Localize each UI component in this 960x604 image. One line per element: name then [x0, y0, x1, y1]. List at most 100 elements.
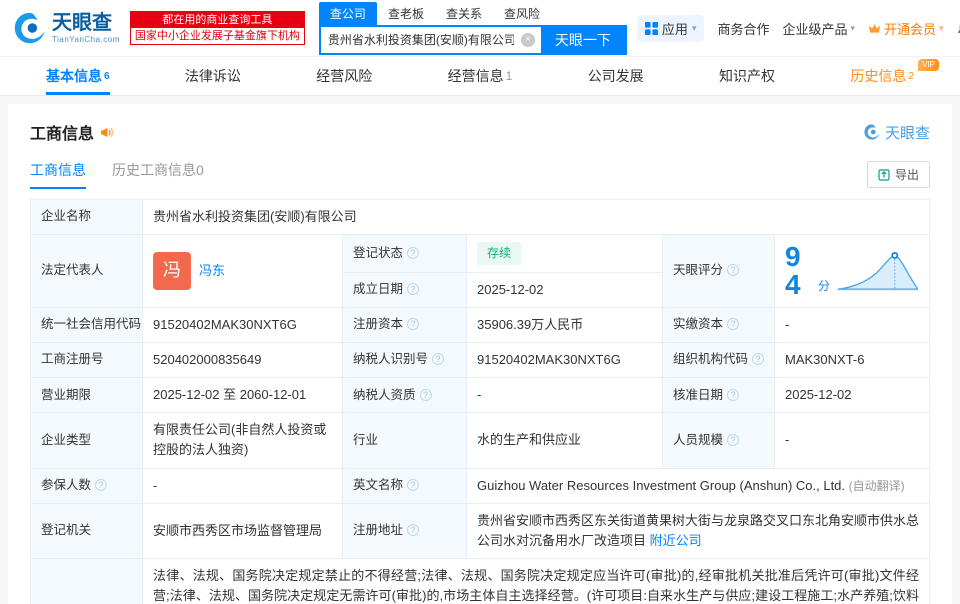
vip-badge: VIP	[918, 59, 939, 71]
search-tab-boss[interactable]: 查老板	[377, 2, 435, 25]
org-code-value: MAK30NXT-6	[775, 343, 930, 378]
open-vip-label: 开通会员	[884, 19, 936, 38]
table-row: 统一社会信用代码 91520402MAK30NXT6G 注册资本? 35906.…	[31, 307, 930, 342]
label-text: 登记状态	[353, 246, 403, 260]
tab-label: 经营风险	[316, 66, 372, 86]
business-cooperation-link[interactable]: 商务合作	[717, 19, 769, 38]
help-icon[interactable]: ?	[407, 479, 419, 491]
enterprise-label: 企业级产品	[782, 19, 847, 38]
taxpayer-id-value: 91520402MAK30NXT6G	[467, 343, 663, 378]
business-scope-label: 经营范围?	[31, 559, 143, 604]
search-tab-company[interactable]: 查公司	[319, 2, 377, 25]
cooperation-label: 商务合作	[717, 19, 769, 38]
label-text: 核准日期	[673, 388, 723, 402]
tab-operation-info[interactable]: 经营信息 1	[448, 57, 513, 95]
export-button[interactable]: 导出	[867, 161, 930, 188]
company-type-label: 企业类型	[31, 413, 143, 468]
help-icon[interactable]: ?	[407, 524, 419, 536]
tab-history-info[interactable]: 历史信息 2 VIP	[850, 57, 914, 95]
taxpayer-id-label: 纳税人识别号?	[343, 343, 467, 378]
help-icon[interactable]: ?	[727, 434, 739, 446]
approval-date-label: 核准日期?	[663, 378, 775, 413]
help-icon[interactable]: ?	[727, 264, 739, 276]
avatar[interactable]: 冯	[153, 252, 191, 290]
search-tab-relation[interactable]: 查关系	[435, 2, 493, 25]
company-name-label: 企业名称	[31, 200, 143, 235]
establish-date-label: 成立日期?	[343, 272, 467, 307]
help-icon[interactable]: ?	[727, 389, 739, 401]
paid-capital-label: 实缴资本?	[663, 307, 775, 342]
nearby-companies-link[interactable]: 附近公司	[650, 533, 702, 548]
chevron-down-icon: ▾	[851, 23, 856, 34]
help-icon[interactable]: ?	[407, 318, 419, 330]
search-area: 查公司 查老板 查关系 查风险 × 天眼一下	[319, 2, 627, 55]
apps-menu[interactable]: 应用 ▾	[637, 15, 705, 42]
help-icon[interactable]: ?	[752, 353, 764, 365]
tab-label: 经营信息	[448, 66, 504, 86]
value-text: 安顺市西秀区市场监督管理局	[153, 523, 322, 538]
help-icon[interactable]: ?	[407, 247, 419, 259]
english-name-label: 英文名称?	[343, 468, 467, 503]
tab-label: 公司发展	[588, 66, 644, 86]
top-bar: 天眼查 TianYanCha.com 都在用的商业查询工具 国家中小企业发展子基…	[0, 0, 960, 56]
search-button[interactable]: 天眼一下	[541, 27, 625, 53]
watermark-text: 天眼查	[885, 122, 930, 143]
help-icon[interactable]: ?	[420, 389, 432, 401]
tab-legal-litigation[interactable]: 法律诉讼	[185, 57, 241, 95]
legal-rep-value: 冯 冯东	[143, 235, 343, 308]
help-icon[interactable]: ?	[727, 318, 739, 330]
label-text: 注册资本	[353, 317, 403, 331]
tab-operation-risk[interactable]: 经营风险	[316, 57, 372, 95]
value-text: 贵州省水利投资集团(安顺)有限公司	[153, 209, 357, 224]
staff-size-label: 人员规模?	[663, 413, 775, 468]
slogan-box: 都在用的商业查询工具 国家中小企业发展子基金旗下机构	[130, 11, 305, 45]
label-text: 人员规模	[673, 433, 723, 447]
help-icon[interactable]: ?	[432, 353, 444, 365]
org-code-label: 组织机构代码?	[663, 343, 775, 378]
company-nav-tabs: 基本信息 6 法律诉讼 经营风险 经营信息 1 公司发展 知识产权 历史信息 2…	[0, 56, 960, 96]
main-content: 工商信息 天眼查 工商信息 历史工商信息0	[0, 96, 960, 604]
watermark-swoosh-icon	[863, 123, 881, 141]
tab-intellectual-property[interactable]: 知识产权	[719, 57, 775, 95]
tab-count: 2	[908, 71, 914, 82]
tab-label: 法律诉讼	[185, 66, 241, 86]
value-text: 35906.39万人民币	[477, 317, 583, 332]
tianyancha-logo[interactable]: 天眼查 TianYanCha.com	[12, 10, 120, 46]
help-icon[interactable]: ?	[407, 283, 419, 295]
open-vip-menu[interactable]: 开通会员 ▾	[868, 19, 944, 38]
value-text: 2025-12-02	[785, 387, 852, 402]
vip-crown-icon	[868, 23, 881, 34]
search-tab-risk[interactable]: 查风险	[493, 2, 551, 25]
clear-search-icon[interactable]: ×	[521, 33, 535, 47]
subtab-history-business-info[interactable]: 历史工商信息0	[112, 160, 204, 189]
label-text: 注册地址	[353, 523, 403, 537]
megaphone-icon	[100, 125, 115, 140]
help-icon[interactable]: ?	[95, 479, 107, 491]
tab-label: 基本信息	[46, 66, 102, 86]
legal-rep-link[interactable]: 冯东	[199, 261, 225, 281]
english-name-value: Guizhou Water Resources Investment Group…	[467, 468, 930, 503]
reg-number-value: 520402000835649	[143, 343, 343, 378]
slogan-line2: 国家中小企业发展子基金旗下机构	[131, 28, 304, 44]
search-input[interactable]	[321, 27, 521, 53]
table-row: 企业类型 有限责任公司(非自然人投资或控股的法人独资) 行业 水的生产和供应业 …	[31, 413, 930, 468]
reg-capital-value: 35906.39万人民币	[467, 307, 663, 342]
credit-code-value: 91520402MAK30NXT6G	[143, 307, 343, 342]
value-text: 2025-12-02 至 2060-12-01	[153, 387, 306, 402]
business-info-card: 工商信息 天眼查 工商信息 历史工商信息0	[8, 104, 952, 604]
tab-basic-info[interactable]: 基本信息 6	[46, 57, 110, 95]
label-text: 法定代表人	[41, 263, 104, 277]
label-text: 登记机关	[41, 523, 91, 537]
logo-title: 天眼查	[52, 13, 120, 33]
apps-label: 应用	[662, 19, 688, 38]
value-text: 2025-12-02	[477, 282, 544, 297]
value-text: MAK30NXT-6	[785, 352, 864, 367]
notifications-button[interactable]	[957, 19, 960, 37]
export-label: 导出	[895, 166, 919, 183]
label-text: 企业名称	[41, 209, 91, 223]
tab-count: 1	[506, 69, 513, 83]
tab-count: 6	[104, 71, 110, 82]
enterprise-products-menu[interactable]: 企业级产品 ▾	[782, 19, 855, 38]
tab-company-development[interactable]: 公司发展	[588, 57, 644, 95]
subtab-business-info[interactable]: 工商信息	[30, 160, 86, 189]
